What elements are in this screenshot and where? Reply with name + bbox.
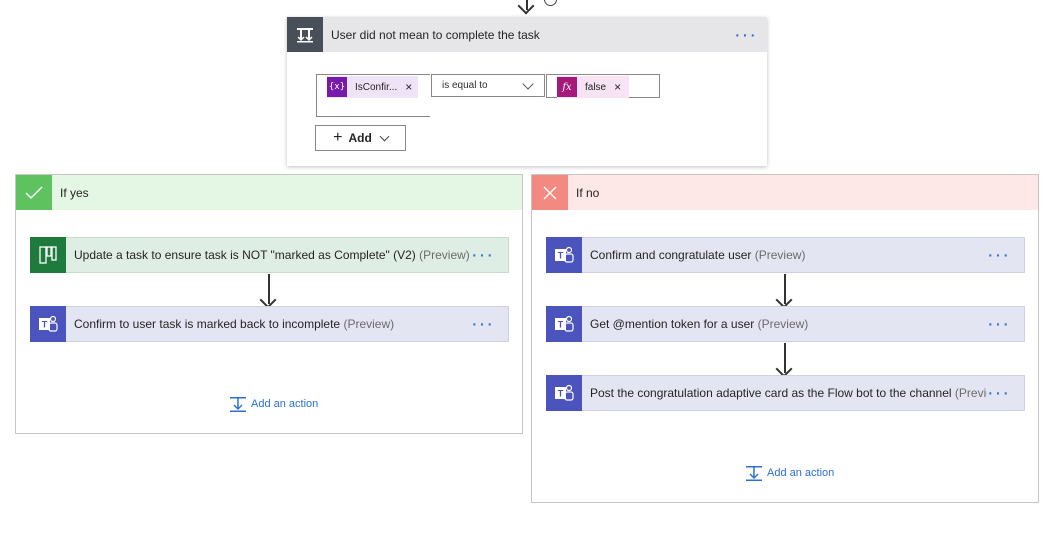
teams-icon: T xyxy=(546,237,582,273)
add-action-label: Add an action xyxy=(767,467,835,479)
left-token[interactable]: {x} IsConfir... × xyxy=(327,76,419,98)
more-options-icon[interactable]: ··· xyxy=(987,383,1010,403)
svg-text:T: T xyxy=(558,320,564,330)
teams-icon: T xyxy=(30,306,66,342)
action-title-text: Post the congratulation adaptive card as… xyxy=(590,386,952,400)
operator-select[interactable]: is equal to xyxy=(431,74,545,97)
close-icon xyxy=(532,175,568,210)
planner-icon xyxy=(30,237,66,273)
more-options-icon[interactable]: ··· xyxy=(987,314,1010,334)
add-action-label: Add an action xyxy=(251,398,319,410)
action-title: Get @mention token for a user (Preview) xyxy=(590,317,987,331)
right-token-label: false xyxy=(585,81,607,93)
right-token[interactable]: fx false × xyxy=(557,76,630,98)
branch-yes-header[interactable]: If yes xyxy=(16,175,522,210)
teams-icon: T xyxy=(546,306,582,342)
add-action-icon xyxy=(746,466,762,481)
chevron-down-icon xyxy=(379,131,390,141)
connector-arrow xyxy=(784,343,786,373)
add-button[interactable]: + Add xyxy=(315,125,406,151)
action-title-text: Get @mention token for a user xyxy=(590,317,755,331)
remove-left-token-icon[interactable]: × xyxy=(405,80,412,94)
chevron-down-icon xyxy=(522,77,534,90)
action-title: Update a task to ensure task is NOT "mar… xyxy=(74,248,471,262)
action-confirm-congratulate[interactable]: T Confirm and congratulate user (Preview… xyxy=(546,237,1025,273)
action-post-adaptive-card[interactable]: T Post the congratulation adaptive card … xyxy=(546,375,1025,411)
svg-text:T: T xyxy=(558,389,564,399)
add-action-button[interactable]: Add an action xyxy=(229,395,318,413)
preview-tag: (Preview) xyxy=(343,317,395,331)
action-title-text: Confirm to user task is marked back to i… xyxy=(74,317,341,331)
action-confirm-incomplete[interactable]: T Confirm to user task is marked back to… xyxy=(30,306,509,342)
more-options-icon[interactable]: ··· xyxy=(471,314,494,334)
action-update-task[interactable]: Update a task to ensure task is NOT "mar… xyxy=(30,237,509,273)
connector-arrow xyxy=(268,274,270,304)
check-icon xyxy=(16,175,52,210)
preview-tag: (Preview) xyxy=(757,317,809,331)
action-title: Post the congratulation adaptive card as… xyxy=(590,386,987,400)
expression-icon: fx xyxy=(557,77,577,97)
condition-header[interactable]: User did not mean to complete the task ·… xyxy=(287,17,767,52)
operator-value: is equal to xyxy=(442,80,488,91)
preview-tag: (Preview) xyxy=(754,248,806,262)
action-title-text: Update a task to ensure task is NOT "mar… xyxy=(74,248,416,262)
branch-yes-label: If yes xyxy=(60,185,89,200)
condition-icon xyxy=(287,17,323,52)
teams-icon: T xyxy=(546,375,582,411)
action-get-mention-token[interactable]: T Get @mention token for a user (Preview… xyxy=(546,306,1025,342)
branch-no-header[interactable]: If no xyxy=(532,175,1038,210)
add-action-button[interactable]: Add an action xyxy=(745,464,834,482)
incoming-arrow xyxy=(526,0,528,10)
branch-if-no: If no T Confirm and congratulate user (P… xyxy=(531,174,1039,503)
connector-arrow xyxy=(784,274,786,304)
info-icon xyxy=(544,0,557,6)
variable-icon: {x} xyxy=(327,77,347,97)
left-token-label: IsConfir... xyxy=(355,81,398,93)
svg-text:T: T xyxy=(558,251,564,261)
more-options-icon[interactable]: ··· xyxy=(471,245,494,265)
remove-right-token-icon[interactable]: × xyxy=(614,80,621,94)
preview-tag: (Preview) xyxy=(419,248,470,262)
action-title: Confirm and congratulate user (Preview) xyxy=(590,248,987,262)
branch-no-label: If no xyxy=(576,185,600,200)
action-title: Confirm to user task is marked back to i… xyxy=(74,317,471,331)
condition-title: User did not mean to complete the task xyxy=(331,27,540,42)
condition-more-icon[interactable]: ··· xyxy=(734,25,757,45)
add-button-label: Add xyxy=(348,131,372,145)
action-title-text: Confirm and congratulate user xyxy=(590,248,752,262)
more-options-icon[interactable]: ··· xyxy=(987,245,1010,265)
preview-tag: (Preview) xyxy=(954,386,987,400)
condition-card: User did not mean to complete the task ·… xyxy=(287,17,767,166)
branch-if-yes: If yes Update a task to ensure task is N… xyxy=(15,174,523,434)
svg-text:T: T xyxy=(42,320,48,330)
add-action-icon xyxy=(230,397,246,412)
plus-icon: + xyxy=(333,129,343,146)
